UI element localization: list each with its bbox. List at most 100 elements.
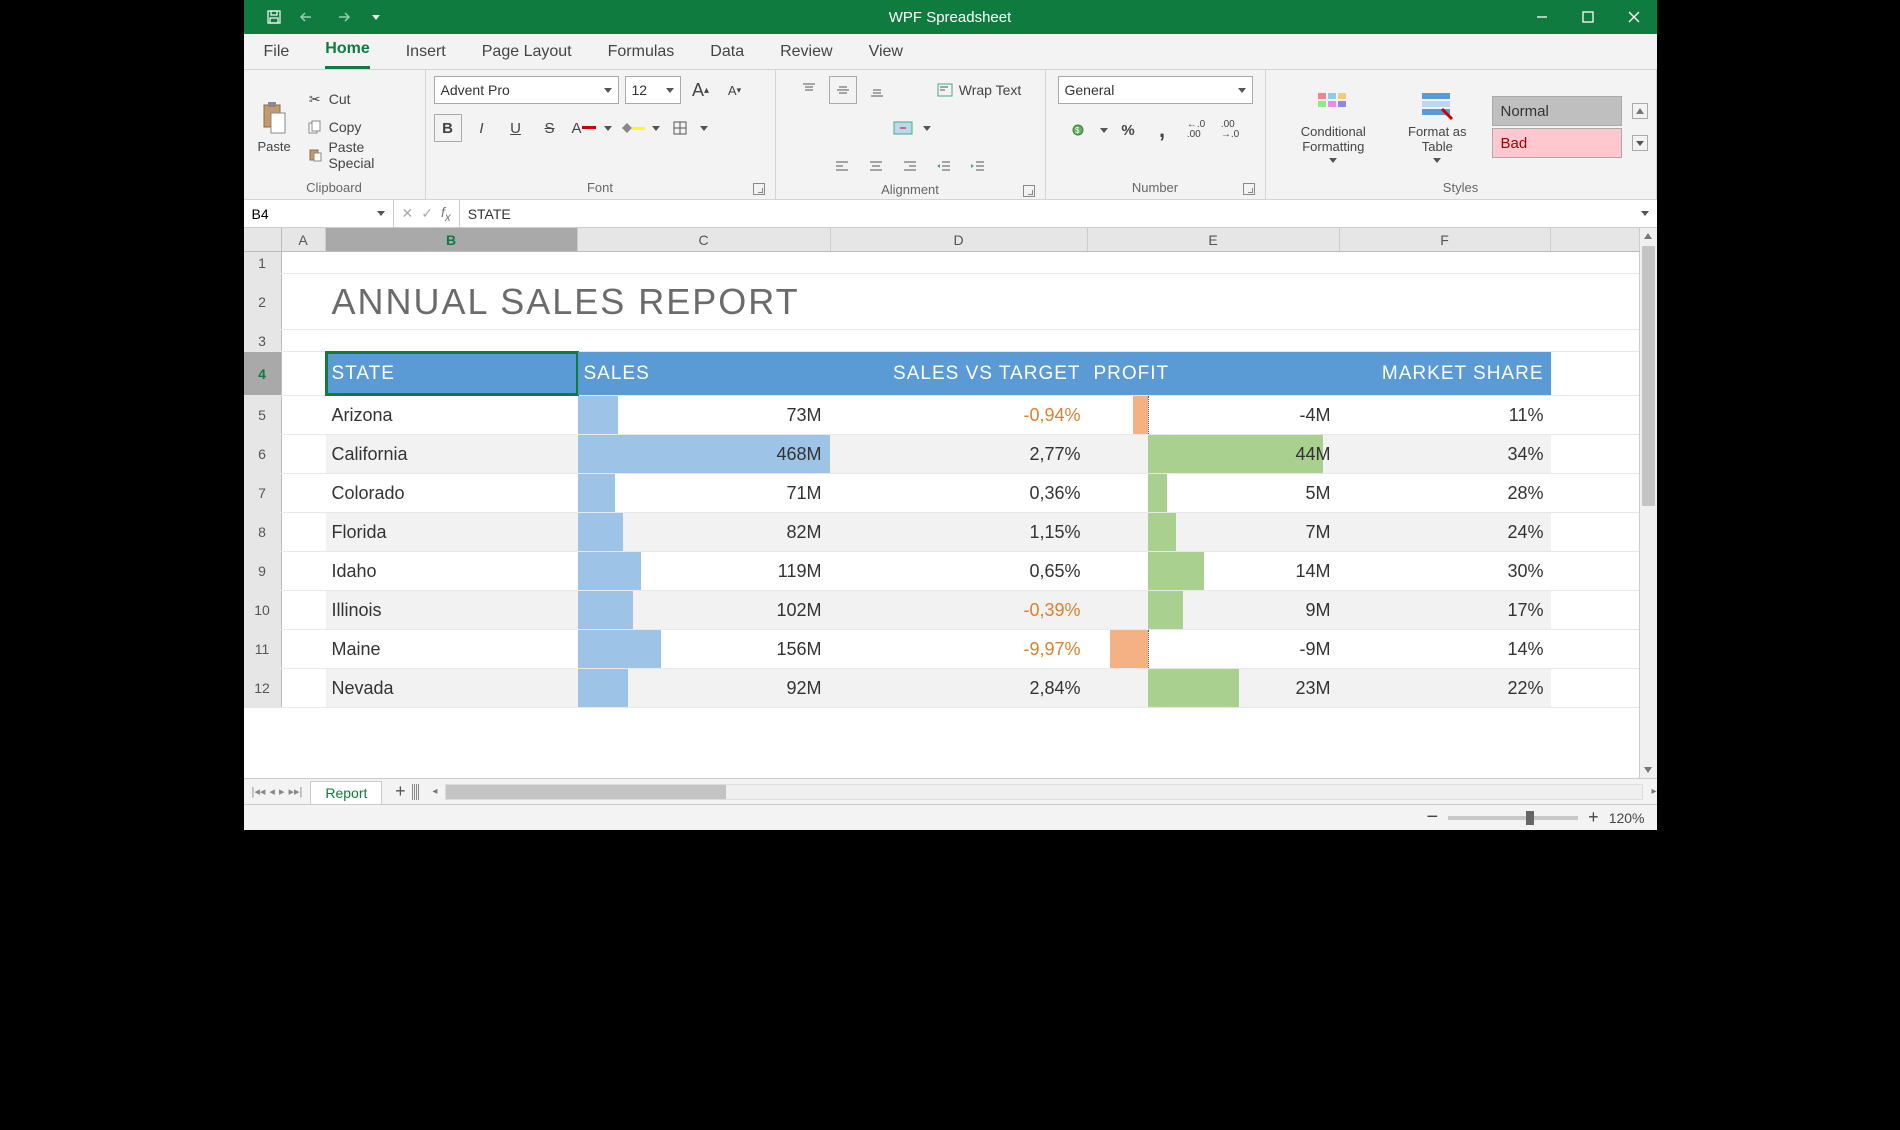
sheet-tab-report[interactable]: Report [310,781,382,804]
cell-sales[interactable]: 119M [578,552,831,590]
italic-button[interactable]: I [468,114,496,142]
formula-input[interactable]: STATE [460,206,1633,222]
cell-svt[interactable]: -0,94% [831,396,1088,434]
vertical-scrollbar[interactable] [1639,228,1657,778]
row-header-3[interactable]: 3 [244,330,282,351]
column-header-E[interactable]: E [1088,228,1340,251]
cell[interactable] [282,352,326,395]
header-profit[interactable]: PROFIT [1088,352,1340,395]
bold-button[interactable]: B [434,114,462,142]
cut-button[interactable]: ✂Cut [303,86,417,112]
percent-format-icon[interactable]: % [1114,116,1142,144]
decrease-font-icon[interactable]: A▾ [721,76,749,104]
cell-profit[interactable]: -9M [1088,630,1340,668]
enter-formula-icon[interactable]: ✓ [421,205,433,222]
copy-button[interactable]: Copy [303,114,417,140]
row-header-4[interactable]: 4 [244,352,282,395]
cell[interactable] [282,274,326,329]
cell-profit[interactable]: 44M [1088,435,1340,473]
row-header-9[interactable]: 9 [244,552,282,590]
row-header-1[interactable]: 1 [244,252,282,273]
cell-svt[interactable]: 0,65% [831,552,1088,590]
number-dialog-launcher[interactable] [1243,183,1255,195]
column-header-F[interactable]: F [1340,228,1551,251]
cell-state[interactable]: Florida [326,513,578,551]
cell-svt[interactable]: 0,36% [831,474,1088,512]
paste-special-button[interactable]: Paste Special [303,142,417,168]
row-header-10[interactable]: 10 [244,591,282,629]
fill-color-dropdown[interactable] [652,126,660,131]
cell[interactable] [282,669,326,707]
font-color-button[interactable]: A [570,114,598,142]
cell[interactable] [326,330,578,351]
hscroll-right-icon[interactable]: ▸ [1651,786,1656,797]
cell-ms[interactable]: 14% [1340,630,1551,668]
cell-state[interactable]: Illinois [326,591,578,629]
tab-page-layout[interactable]: Page Layout [482,43,572,69]
cell-ms[interactable]: 11% [1340,396,1551,434]
increase-indent-icon[interactable] [964,152,992,180]
align-bottom-icon[interactable] [863,76,891,104]
cell-state[interactable]: Nevada [326,669,578,707]
cell[interactable] [326,252,578,273]
paste-button[interactable]: Paste [252,97,297,158]
cell[interactable] [1088,252,1340,273]
comma-format-icon[interactable]: , [1148,116,1176,144]
cell[interactable] [831,252,1088,273]
increase-font-icon[interactable]: A▴ [687,76,715,104]
row-header-7[interactable]: 7 [244,474,282,512]
header-sales[interactable]: SALES [578,352,831,395]
cell[interactable] [578,330,831,351]
fx-icon[interactable]: fx [441,204,451,224]
fill-color-button[interactable] [618,114,646,142]
cell[interactable] [282,552,326,590]
cell-profit[interactable]: -4M [1088,396,1340,434]
qat-customize-icon[interactable] [366,7,386,27]
cell-state[interactable]: Idaho [326,552,578,590]
cell[interactable] [282,513,326,551]
strikethrough-button[interactable]: S [536,114,564,142]
align-middle-icon[interactable] [829,76,857,104]
cell-sales[interactable]: 468M [578,435,831,473]
font-dialog-launcher[interactable] [753,183,765,195]
vscroll-thumb[interactable] [1642,246,1655,506]
font-color-dropdown[interactable] [604,126,612,131]
expand-formula-bar[interactable] [1633,211,1657,216]
cell-svt[interactable]: 2,77% [831,435,1088,473]
maximize-button[interactable] [1565,0,1611,34]
zoom-thumb[interactable] [1526,811,1534,825]
cell[interactable] [282,435,326,473]
redo-icon[interactable] [332,7,352,27]
cell[interactable] [282,591,326,629]
hscroll-left-icon[interactable]: ◂ [432,786,437,797]
cell-profit[interactable]: 14M [1088,552,1340,590]
align-left-icon[interactable] [828,152,856,180]
header-state[interactable]: STATE [326,352,578,395]
align-top-icon[interactable] [795,76,823,104]
cell[interactable] [1340,252,1551,273]
header-ms[interactable]: MARKET SHARE [1340,352,1551,395]
zoom-in-button[interactable]: + [1588,807,1599,828]
cell-sales[interactable]: 156M [578,630,831,668]
cancel-formula-icon[interactable]: ✕ [402,205,414,222]
cell[interactable] [578,252,831,273]
align-right-icon[interactable] [896,152,924,180]
tab-view[interactable]: View [869,43,903,69]
tab-insert[interactable]: Insert [406,43,446,69]
scroll-down-icon[interactable] [1640,762,1657,778]
tab-splitter[interactable] [412,784,420,800]
align-center-icon[interactable] [862,152,890,180]
worksheet-grid[interactable]: ABCDEF 12ANNUAL SALES REPORT34STATESALES… [244,228,1639,778]
cell[interactable] [282,330,326,351]
undo-icon[interactable] [298,7,318,27]
accounting-dropdown[interactable] [1100,128,1108,133]
row-header-2[interactable]: 2 [244,274,282,329]
zoom-slider[interactable] [1448,816,1578,820]
cell-state[interactable]: California [326,435,578,473]
accounting-format-icon[interactable]: $ [1066,116,1094,144]
cell-ms[interactable]: 30% [1340,552,1551,590]
zoom-out-button[interactable]: − [1426,806,1438,829]
column-header-A[interactable]: A [282,228,326,251]
increase-decimal-icon[interactable]: ←.0.00 [1182,116,1210,144]
row-header-5[interactable]: 5 [244,396,282,434]
